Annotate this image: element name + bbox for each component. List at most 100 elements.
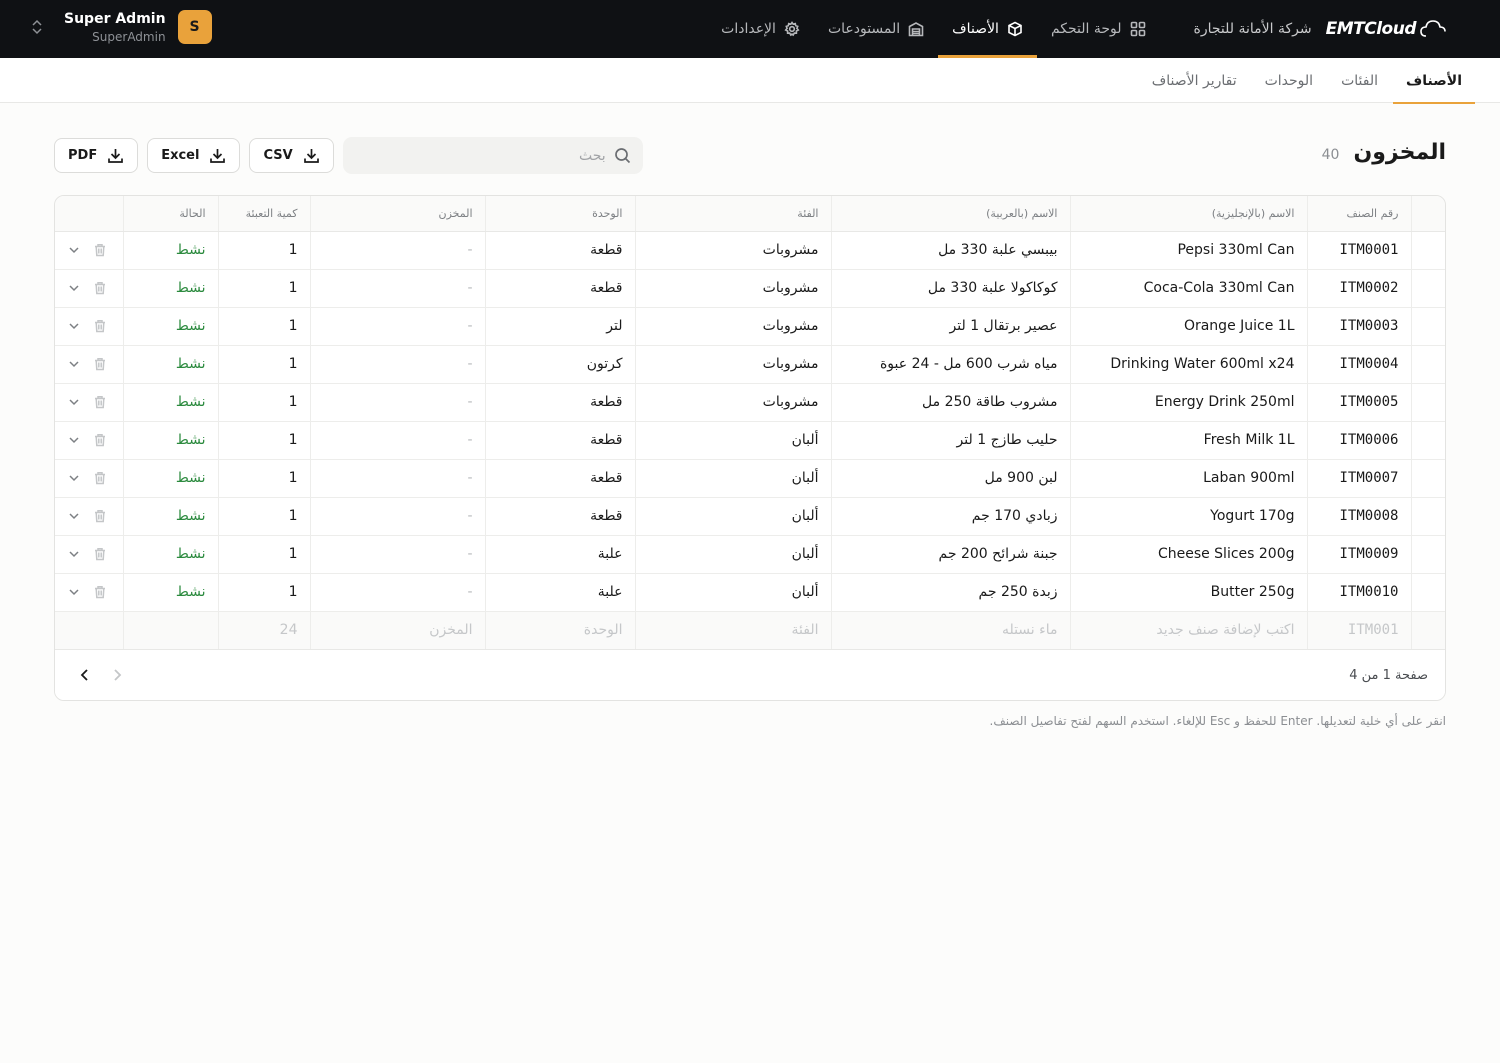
- chevron-up-down-icon[interactable]: [30, 18, 48, 36]
- status-cell[interactable]: نشط: [122, 459, 218, 498]
- table-row[interactable]: ITM0008 Yogurt 170g زبادي 170 جم ألبان قطعة -…: [55, 497, 1445, 536]
- name-ar-cell[interactable]: مياه شرب 600 مل - 24 عبوة: [830, 345, 1070, 384]
- category-cell[interactable]: مشروبات: [634, 231, 831, 270]
- header-category[interactable]: الفئة: [634, 196, 831, 232]
- table-row[interactable]: ITM0006 Fresh Milk 1L حليب طازج 1 لتر ألبان…: [55, 421, 1445, 460]
- status-cell[interactable]: نشط: [122, 345, 218, 384]
- trash-icon[interactable]: [93, 319, 107, 333]
- name-en-cell[interactable]: Coca-Cola 330ml Can: [1069, 269, 1307, 308]
- export-csv-button[interactable]: CSV: [249, 138, 334, 173]
- item-code-cell[interactable]: ITM0003: [1306, 307, 1411, 346]
- row-select-cell[interactable]: [1410, 573, 1445, 612]
- header-pack-qty[interactable]: كمية التعبئة: [217, 196, 310, 232]
- status-cell[interactable]: نشط: [122, 573, 218, 612]
- table-row[interactable]: ITM0001 Pepsi 330ml Can بيبسي علبة 330 مل م…: [55, 231, 1445, 270]
- trash-icon[interactable]: [93, 281, 107, 295]
- search-box[interactable]: [342, 137, 643, 174]
- unit-cell[interactable]: كرتون: [484, 345, 635, 384]
- unit-cell[interactable]: قطعة: [484, 497, 635, 536]
- nav-settings[interactable]: الإعدادات: [707, 0, 814, 58]
- item-code-cell[interactable]: ITM0006: [1306, 421, 1411, 460]
- chevron-down-icon[interactable]: [67, 395, 81, 409]
- header-name-ar[interactable]: الاسم (بالعربية): [830, 196, 1070, 232]
- item-code-cell[interactable]: ITM0005: [1306, 383, 1411, 422]
- name-ar-cell[interactable]: عصير برتقال 1 لتر: [830, 307, 1070, 346]
- pack-qty-cell[interactable]: 1: [217, 345, 310, 384]
- item-code-cell[interactable]: ITM0004: [1306, 345, 1411, 384]
- user-menu[interactable]: Super Admin SuperAdmin S: [30, 10, 212, 44]
- pack-qty-cell[interactable]: 1: [217, 573, 310, 612]
- chevron-down-icon[interactable]: [67, 509, 81, 523]
- row-select-cell[interactable]: [1410, 535, 1445, 574]
- nav-warehouses[interactable]: المستودعات: [814, 0, 938, 58]
- trash-icon[interactable]: [93, 471, 107, 485]
- new-name-en-input[interactable]: اكتب لإضافة صنف جديد: [1069, 611, 1307, 650]
- trash-icon[interactable]: [93, 395, 107, 409]
- category-cell[interactable]: ألبان: [634, 535, 831, 574]
- name-en-cell[interactable]: Fresh Milk 1L: [1069, 421, 1307, 460]
- row-select-cell[interactable]: [1410, 345, 1445, 384]
- item-code-cell[interactable]: ITM0010: [1306, 573, 1411, 612]
- category-cell[interactable]: ألبان: [634, 573, 831, 612]
- new-pack-qty-input[interactable]: 24: [217, 611, 310, 650]
- name-ar-cell[interactable]: زبدة 250 جم: [830, 573, 1070, 612]
- category-cell[interactable]: ألبان: [634, 459, 831, 498]
- trash-icon[interactable]: [93, 509, 107, 523]
- chevron-down-icon[interactable]: [67, 319, 81, 333]
- table-row[interactable]: ITM0004 Drinking Water 600ml x24 مياه شرب …: [55, 345, 1445, 384]
- chevron-down-icon[interactable]: [67, 547, 81, 561]
- name-en-cell[interactable]: Pepsi 330ml Can: [1069, 231, 1307, 270]
- warehouse-cell[interactable]: -: [309, 573, 485, 612]
- chevron-down-icon[interactable]: [67, 433, 81, 447]
- avatar[interactable]: S: [177, 10, 212, 44]
- pack-qty-cell[interactable]: 1: [217, 231, 310, 270]
- name-ar-cell[interactable]: مشروب طاقة 250 مل: [830, 383, 1070, 422]
- search-input[interactable]: [365, 147, 606, 164]
- chevron-down-icon[interactable]: [67, 243, 81, 257]
- name-en-cell[interactable]: Cheese Slices 200g: [1069, 535, 1307, 574]
- name-ar-cell[interactable]: بيبسي علبة 330 مل: [830, 231, 1070, 270]
- app-logo[interactable]: EMTCloud: [1326, 18, 1446, 40]
- name-ar-cell[interactable]: زبادي 170 جم: [830, 497, 1070, 536]
- item-code-cell[interactable]: ITM0009: [1306, 535, 1411, 574]
- export-pdf-button[interactable]: PDF: [54, 138, 139, 173]
- name-ar-cell[interactable]: حليب طازج 1 لتر: [830, 421, 1070, 460]
- category-cell[interactable]: مشروبات: [634, 269, 831, 308]
- pack-qty-cell[interactable]: 1: [217, 497, 310, 536]
- warehouse-cell[interactable]: -: [309, 231, 485, 270]
- unit-cell[interactable]: قطعة: [484, 421, 635, 460]
- status-cell[interactable]: نشط: [122, 421, 218, 460]
- unit-cell[interactable]: لتر: [484, 307, 635, 346]
- pack-qty-cell[interactable]: 1: [217, 383, 310, 422]
- category-cell[interactable]: ألبان: [634, 421, 831, 460]
- row-select-cell[interactable]: [1410, 421, 1445, 460]
- new-unit-input[interactable]: الوحدة: [484, 611, 635, 650]
- row-select-cell[interactable]: [1410, 269, 1445, 308]
- unit-cell[interactable]: قطعة: [484, 269, 635, 308]
- category-cell[interactable]: مشروبات: [634, 345, 831, 384]
- unit-cell[interactable]: علبة: [484, 573, 635, 612]
- item-code-cell[interactable]: ITM0008: [1306, 497, 1411, 536]
- header-item-code[interactable]: رقم الصنف: [1306, 196, 1411, 232]
- item-code-cell[interactable]: ITM0001: [1306, 231, 1411, 270]
- new-item-code-input[interactable]: ITM001: [1306, 611, 1411, 650]
- trash-icon[interactable]: [93, 547, 107, 561]
- nav-items[interactable]: الأصناف: [938, 0, 1037, 58]
- subtab-categories[interactable]: الفئات: [1328, 58, 1391, 103]
- unit-cell[interactable]: قطعة: [484, 459, 635, 498]
- warehouse-cell[interactable]: -: [309, 383, 485, 422]
- pack-qty-cell[interactable]: 1: [217, 307, 310, 346]
- row-select-cell[interactable]: [1410, 459, 1445, 498]
- row-select-cell[interactable]: [1410, 383, 1445, 422]
- unit-cell[interactable]: قطعة: [484, 383, 635, 422]
- unit-cell[interactable]: قطعة: [484, 231, 635, 270]
- warehouse-cell[interactable]: -: [309, 421, 485, 460]
- table-row[interactable]: ITM0009 Cheese Slices 200g جبنة شرائح 200 …: [55, 535, 1445, 574]
- warehouse-cell[interactable]: -: [309, 345, 485, 384]
- warehouse-cell[interactable]: -: [309, 269, 485, 308]
- subtab-items[interactable]: الأصناف: [1393, 58, 1475, 104]
- status-cell[interactable]: نشط: [122, 231, 218, 270]
- status-cell[interactable]: نشط: [122, 269, 218, 308]
- pack-qty-cell[interactable]: 1: [217, 269, 310, 308]
- status-cell[interactable]: نشط: [122, 535, 218, 574]
